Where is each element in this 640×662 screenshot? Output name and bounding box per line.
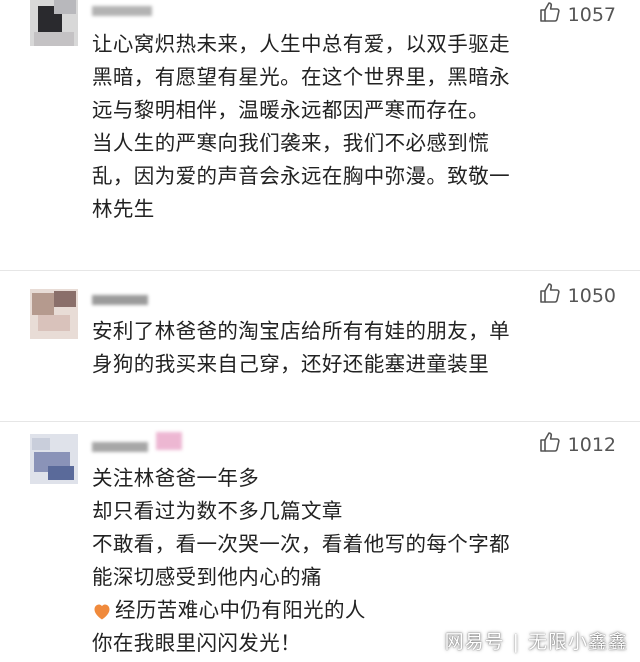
comment-line: 黑暗，有愿望有星光。在这个世界里，黑暗永 <box>92 65 510 89</box>
comment-line: 能深切感受到他内心的痛 <box>92 565 322 589</box>
comment-line-text: 经历苦难心中仍有阳光的人 <box>115 598 366 622</box>
comment-line: 安利了林爸爸的淘宝店给所有有娃的朋友，单 <box>92 319 510 343</box>
like-button[interactable]: 1012 <box>538 430 616 459</box>
like-count: 1012 <box>567 433 616 456</box>
comment-line: 关注林爸爸一年多 <box>92 466 260 490</box>
orange-heart-icon <box>92 597 112 620</box>
thumbs-up-icon <box>538 430 562 459</box>
username-blurred-pink <box>156 432 182 450</box>
comment-1: 1057 让心窝炽热未来，人生中总有爱，以双手驱走 黑暗，有愿望有星光。在这个世… <box>0 0 640 270</box>
like-button[interactable]: 1057 <box>538 0 616 29</box>
comment-line: 让心窝炽热未来，人生中总有爱，以双手驱走 <box>92 32 510 56</box>
watermark: 网易号 | 无限小鑫鑫 <box>445 627 628 654</box>
comment-line: 身狗的我买来自己穿，还好还能塞进童装里 <box>92 352 490 376</box>
comment-line: 林先生 <box>92 197 155 221</box>
comment-line: 远与黎明相伴，温暖永远都因严寒而存在。 <box>92 98 490 122</box>
comment-line: 当人生的严寒向我们袭来，我们不必感到慌 <box>92 131 490 155</box>
comment-text: 让心窝炽热未来，人生中总有爱，以双手驱走 黑暗，有愿望有星光。在这个世界里，黑暗… <box>92 28 616 226</box>
thumbs-up-icon <box>538 0 562 29</box>
watermark-author: 无限小鑫鑫 <box>527 631 628 653</box>
comment-line: 不敢看，看一次哭一次，看着他写的每个字都 <box>92 532 510 556</box>
avatar[interactable] <box>30 289 78 339</box>
username-blurred[interactable] <box>92 442 148 452</box>
username-blurred[interactable] <box>92 295 148 305</box>
thumbs-up-icon <box>538 281 562 310</box>
avatar[interactable] <box>30 0 78 46</box>
comment-3: 1012 关注林爸爸一年多 却只看过为数不多几篇文章 不敢看，看一次哭一次，看着… <box>0 422 640 662</box>
comment-text: 安利了林爸爸的淘宝店给所有有娃的朋友，单 身狗的我买来自己穿，还好还能塞进童装里 <box>92 315 616 381</box>
comment-line: 乱，因为爱的声音会永远在胸中弥漫。致敬一 <box>92 164 510 188</box>
watermark-separator: | <box>512 631 520 653</box>
comment-2: 1050 安利了林爸爸的淘宝店给所有有娃的朋友，单 身狗的我买来自己穿，还好还能… <box>0 271 640 421</box>
like-button[interactable]: 1050 <box>538 281 616 310</box>
comment-line-with-heart: 经历苦难心中仍有阳光的人 <box>92 594 616 627</box>
avatar[interactable] <box>30 434 78 484</box>
like-count: 1057 <box>567 3 616 26</box>
comment-line: 却只看过为数不多几篇文章 <box>92 499 343 523</box>
username-blurred[interactable] <box>92 6 152 16</box>
watermark-source: 网易号 <box>444 631 505 653</box>
like-count: 1050 <box>567 284 616 307</box>
